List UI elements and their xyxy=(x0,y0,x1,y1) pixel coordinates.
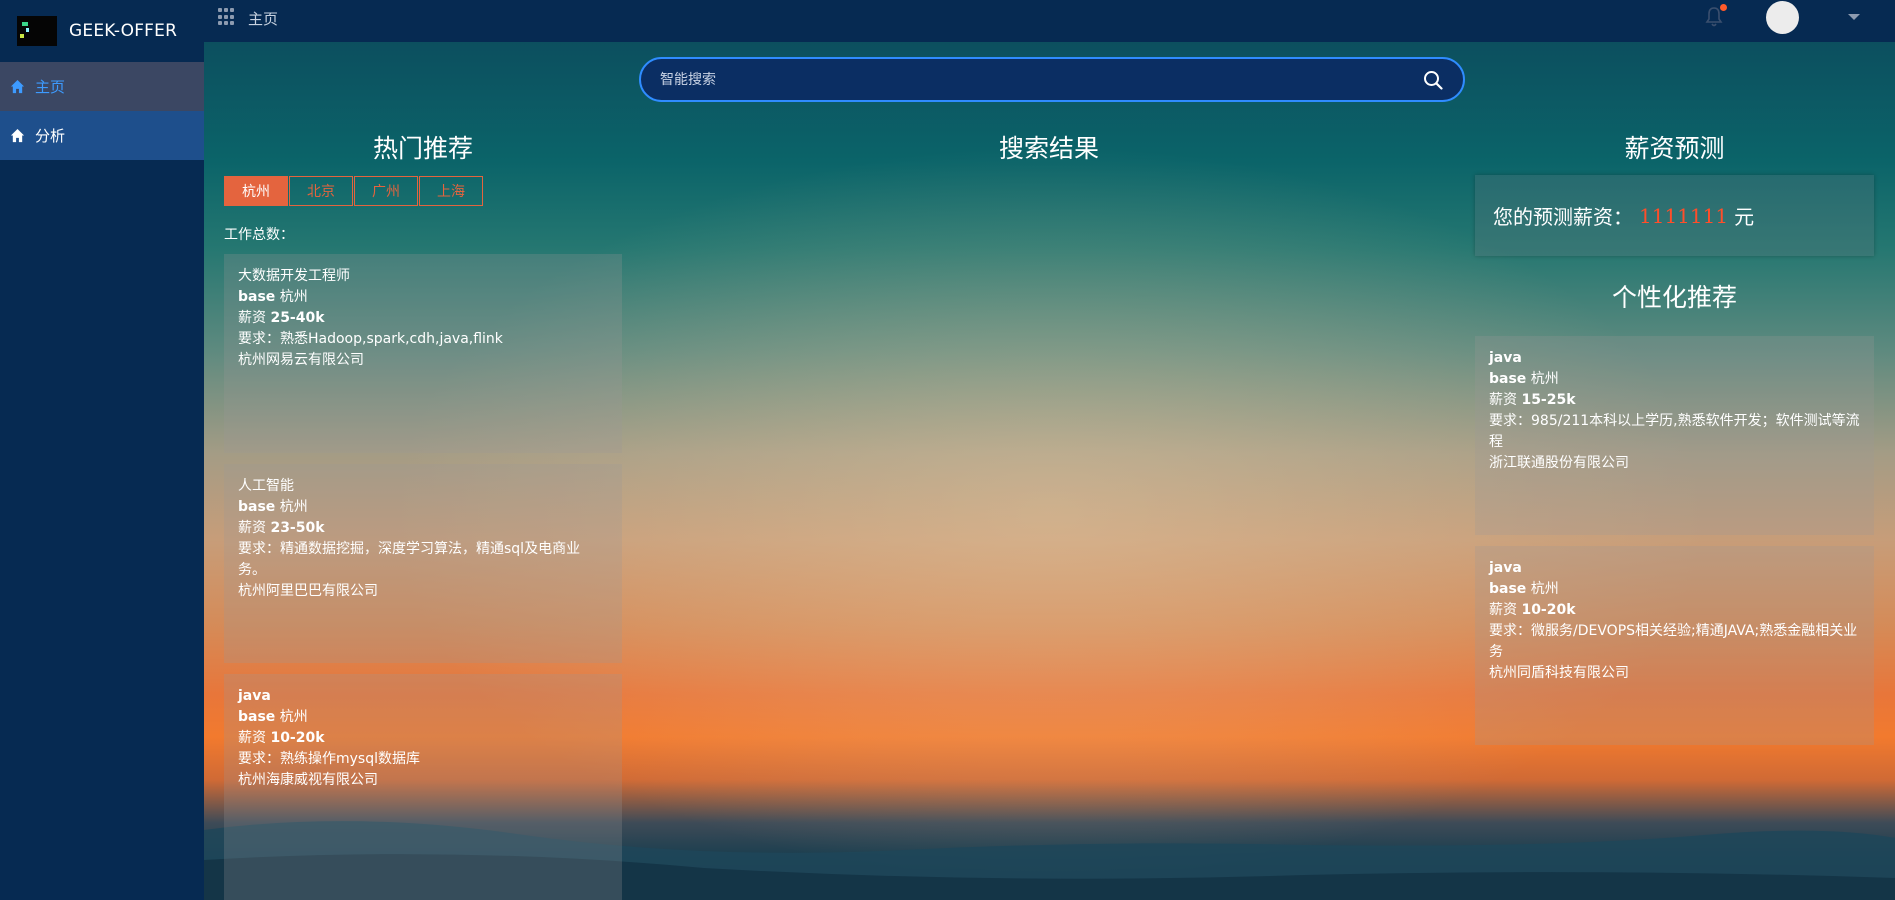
sidebar-item-analysis[interactable]: 分析 xyxy=(0,111,204,160)
prediction-value: 1111111 xyxy=(1639,203,1729,228)
tab-hangzhou[interactable]: 杭州 xyxy=(224,176,288,206)
salary-prediction-box: 您的预测薪资： 1111111 元 xyxy=(1475,175,1874,256)
tab-shanghai[interactable]: 上海 xyxy=(419,176,483,206)
job-card[interactable]: java base 杭州 薪资 10-20k 要求：熟练操作mysql数据库 杭… xyxy=(224,674,622,900)
job-title: 人工智能 xyxy=(238,478,294,494)
avatar[interactable] xyxy=(1766,1,1799,34)
job-requirement: 要求：熟练操作mysql数据库 xyxy=(238,751,420,767)
job-title: java xyxy=(238,688,271,704)
job-company: 浙江联通股份有限公司 xyxy=(1489,455,1629,471)
home-icon xyxy=(10,128,25,143)
sidebar-item-home[interactable]: 主页 xyxy=(0,62,204,111)
topbar: 主页 xyxy=(204,0,1895,42)
notification-badge xyxy=(1720,4,1727,11)
predict-title: 薪资预测 xyxy=(1624,134,1725,163)
job-requirement: 要求：精通数据挖掘，深度学习算法，精通sql及电商业务。 xyxy=(238,541,581,578)
home-icon xyxy=(10,79,25,94)
job-title: java xyxy=(1489,560,1522,576)
job-base: base 杭州 xyxy=(238,709,308,725)
tab-guangzhou[interactable]: 广州 xyxy=(354,176,418,206)
job-requirement: 要求：熟悉Hadoop,spark,cdh,java,flink xyxy=(238,331,503,347)
search-icon xyxy=(1424,70,1443,90)
tab-beijing[interactable]: 北京 xyxy=(289,176,353,206)
sidebar-item-label: 分析 xyxy=(35,127,66,145)
chevron-down-icon[interactable] xyxy=(1848,14,1860,20)
breadcrumb[interactable]: 主页 xyxy=(248,8,278,29)
job-base: base 杭州 xyxy=(1489,581,1559,597)
job-base: base 杭州 xyxy=(238,289,308,305)
hot-title: 热门推荐 xyxy=(372,134,473,163)
logo xyxy=(17,16,57,46)
smart-search-bar xyxy=(639,57,1465,102)
job-title: java xyxy=(1489,350,1522,366)
search-button[interactable] xyxy=(1411,59,1455,100)
job-company: 杭州同盾科技有限公司 xyxy=(1489,665,1629,681)
job-salary: 薪资 23-50k xyxy=(238,520,325,536)
apps-grid-icon[interactable] xyxy=(218,8,236,26)
job-card[interactable]: 大数据开发工程师 base 杭州 薪资 25-40k 要求：熟悉Hadoop,s… xyxy=(224,254,622,453)
job-card[interactable]: java base 杭州 薪资 15-25k 要求：985/211本科以上学历,… xyxy=(1475,336,1874,535)
job-salary: 薪资 10-20k xyxy=(1489,602,1576,618)
job-requirement: 要求：微服务/DEVOPS相关经验;精通JAVA;熟悉金融相关业务 xyxy=(1489,623,1858,660)
personal-title: 个性化推荐 xyxy=(1611,283,1737,312)
sidebar-item-label: 主页 xyxy=(35,78,66,96)
job-card[interactable]: java base 杭州 薪资 10-20k 要求：微服务/DEVOPS相关经验… xyxy=(1475,546,1874,745)
results-title: 搜索结果 xyxy=(998,134,1099,163)
job-salary: 薪资 10-20k xyxy=(238,730,325,746)
sidebar: GEEK-OFFER 主页 分析 xyxy=(0,0,204,900)
brand-title: GEEK-OFFER xyxy=(69,21,178,41)
job-salary: 薪资 15-25k xyxy=(1489,392,1576,408)
job-company: 杭州阿里巴巴有限公司 xyxy=(238,583,378,599)
city-tabs: 杭州 北京 广州 上海 xyxy=(224,176,484,206)
job-count-label: 工作总数： xyxy=(224,227,294,243)
job-requirement: 要求：985/211本科以上学历,熟悉软件开发；软件测试等流程 xyxy=(1489,413,1860,450)
job-card[interactable]: 人工智能 base 杭州 薪资 23-50k 要求：精通数据挖掘，深度学习算法，… xyxy=(224,464,622,663)
job-company: 杭州海康威视有限公司 xyxy=(238,772,378,788)
prediction-prefix: 您的预测薪资： xyxy=(1493,205,1633,229)
search-input[interactable] xyxy=(641,70,1411,89)
job-salary: 薪资 25-40k xyxy=(238,310,325,326)
prediction-unit: 元 xyxy=(1734,205,1755,229)
job-base: base 杭州 xyxy=(1489,371,1559,387)
job-company: 杭州网易云有限公司 xyxy=(238,352,364,368)
brand: GEEK-OFFER xyxy=(0,0,204,62)
job-title: 大数据开发工程师 xyxy=(238,268,350,284)
job-base: base 杭州 xyxy=(238,499,308,515)
